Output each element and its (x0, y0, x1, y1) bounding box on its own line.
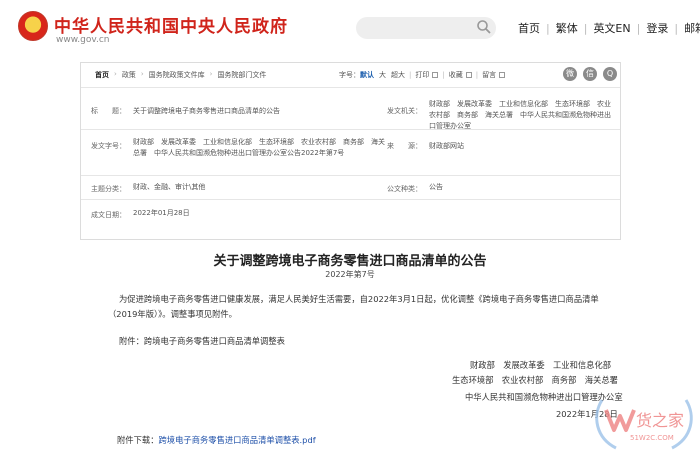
watermark-brand: 货之家 (636, 411, 684, 430)
breadcrumb: 首页 › 政策 › 国务院政策文件库 › 国务院部门文件 (95, 70, 267, 80)
subject-value: 财政、金融、审计\其他 (133, 183, 206, 191)
source-label: 来 源： (387, 142, 422, 150)
font-size-large[interactable]: 大 (379, 70, 386, 80)
article-doc-number: 2022年第7号 (325, 270, 375, 279)
meta-row-date: 成文日期： 2022年01月28日 (81, 200, 620, 240)
weibo-share-icon[interactable]: 微 (563, 67, 577, 81)
nav-home[interactable]: 首页 (512, 20, 546, 36)
nav-mail[interactable]: 邮箱 (678, 20, 700, 36)
breadcrumb-policy-library[interactable]: 国务院政策文件库 (149, 70, 205, 80)
download-row: 附件下载：跨境电子商务零售进口商品清单调整表.pdf (117, 434, 316, 446)
search-icon[interactable] (476, 19, 492, 35)
watermark-logo: 货之家 51W2C.COM (595, 399, 693, 450)
document-info-card: 首页 › 政策 › 国务院政策文件库 › 国务院部门文件 字号： 默认 大 超大… (80, 62, 621, 240)
article-paragraph: 为促进跨境电子商务零售进口健康发展，满足人民美好生活需要，自2022年3月1日起… (108, 294, 599, 319)
nav-english[interactable]: 英文EN (587, 20, 636, 36)
page-tools: 字号： 默认 大 超大 | 打印 | 收藏 | 留言 (339, 70, 506, 80)
wechat-share-icon[interactable]: 信 (583, 67, 597, 81)
source-value: 财政部网站 (429, 142, 464, 150)
site-url: www.gov.cn (56, 35, 110, 45)
print-button[interactable]: 打印 (415, 70, 429, 80)
breadcrumb-department-docs[interactable]: 国务院部门文件 (217, 70, 266, 80)
meta-row-docnum: 发文字号： 财政部 发展改革委 工业和信息化部 生态环境部 农业农村部 商务部 … (81, 130, 620, 176)
nav-traditional[interactable]: 繁体 (550, 20, 584, 36)
site-header: ★ 中华人民共和国中央人民政府 www.gov.cn 首页 | 繁体 | 英文EN |… (0, 0, 700, 58)
issuer-value: 财政部 发展改革委 工业和信息化部 生态环境部 农业农村部 商务部 海关总署 中… (429, 100, 611, 130)
docnum-value: 财政部 发展改革委 工业和信息化部 生态环境部 农业农村部 商务部 海关总署 中… (133, 138, 385, 157)
national-emblem-icon[interactable]: ★ (18, 11, 48, 41)
qzone-share-icon[interactable]: Q (603, 67, 617, 81)
breadcrumb-bar: 首页 › 政策 › 国务院政策文件库 › 国务院部门文件 字号： 默认 大 超大… (81, 63, 620, 87)
title-value: 关于调整跨境电子商务零售进口商品清单的公告 (133, 107, 280, 115)
keep-icon (499, 72, 506, 78)
metadata-table: 标 题： 关于调整跨境电子商务零售进口商品清单的公告 发文机关： 财政部 发展改… (81, 87, 620, 240)
download-link[interactable]: 跨境电子商务零售进口商品清单调整表.pdf (159, 435, 316, 445)
watermark-url: 51W2C.COM (630, 434, 674, 442)
subject-label: 主题分类： (91, 185, 126, 193)
docnum-label: 发文字号： (91, 142, 126, 150)
font-size-xlarge[interactable]: 超大 (391, 70, 405, 80)
article-attachment-note: 附件：跨境电子商务零售进口商品清单调整表 (119, 336, 285, 346)
meta-row-subject: 主题分类： 财政、金融、审计\其他 公文种类： 公告 (81, 176, 620, 200)
signature-line-1: 财政部 发展改革委 工业和信息化部 (470, 360, 612, 370)
meta-row-title: 标 题： 关于调整跨境电子商务零售进口商品清单的公告 发文机关： 财政部 发展改… (81, 88, 620, 130)
signature-line-2: 生态环境部 农业农村部 商务部 海关总署 (452, 375, 618, 385)
date-label: 成文日期： (91, 211, 126, 219)
favorite-button[interactable]: 收藏 (449, 70, 463, 80)
search-input[interactable] (356, 17, 496, 39)
keep-button[interactable]: 留言 (482, 70, 496, 80)
article-title: 关于调整跨境电子商务零售进口商品清单的公告 (213, 254, 487, 269)
site-title[interactable]: 中华人民共和国中央人民政府 (54, 12, 288, 37)
top-nav: 首页| 繁体| 英文EN| 登录| 邮箱 (512, 20, 700, 36)
nav-login[interactable]: 登录 (640, 20, 674, 36)
type-value: 公告 (429, 183, 443, 191)
font-size-default[interactable]: 默认 (360, 70, 374, 80)
breadcrumb-policy[interactable]: 政策 (122, 70, 136, 80)
date-value: 2022年01月28日 (133, 209, 190, 217)
download-label: 附件下载： (117, 435, 159, 445)
type-label: 公文种类： (387, 185, 422, 193)
breadcrumb-home[interactable]: 首页 (95, 70, 109, 80)
font-size-label: 字号： (339, 71, 360, 79)
issuer-label: 发文机关： (387, 107, 422, 115)
title-label: 标 题： (91, 107, 126, 115)
